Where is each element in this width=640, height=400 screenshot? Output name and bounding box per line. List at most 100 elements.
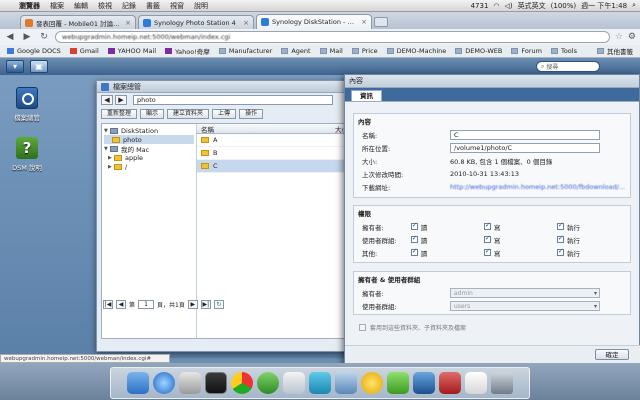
file-manager-titlebar[interactable]: 檔案總管 — [97, 81, 355, 93]
new-tab-button[interactable] — [374, 17, 388, 27]
others-read-checkbox[interactable]: 讀 — [410, 247, 484, 258]
first-page-icon[interactable]: |◀ — [103, 299, 113, 309]
menu-bookmarks[interactable]: 書籤 — [141, 1, 165, 11]
last-page-icon[interactable]: ▶| — [200, 299, 211, 309]
clock[interactable]: 週一 下午1:48 — [581, 1, 627, 11]
trash-icon[interactable] — [491, 372, 513, 394]
group-exec-checkbox[interactable]: 執行 — [556, 234, 630, 245]
download-link[interactable]: http://webupgradmin.homeip.net:5000/fbdo… — [450, 183, 625, 191]
forward-arrow-icon[interactable]: ▶ — [115, 95, 127, 105]
mail-icon[interactable] — [413, 372, 435, 394]
bookmark-manufacturer[interactable]: Manufacturer — [215, 47, 277, 55]
forward-arrow-icon[interactable]: ▶ — [21, 32, 33, 42]
bookmark-gmail[interactable]: Gmail — [66, 47, 103, 55]
adium-icon[interactable] — [257, 372, 279, 394]
menu-file[interactable]: 檔案 — [45, 1, 69, 11]
menu-help[interactable]: 說明 — [189, 1, 213, 11]
tab-info[interactable]: 資訊 — [351, 90, 382, 101]
menu-edit[interactable]: 編輯 — [69, 1, 93, 11]
tree-node-apple[interactable]: ▶ apple — [104, 153, 194, 162]
file-manager-task-button[interactable]: ▣ — [30, 60, 48, 73]
bookmark-other[interactable]: 其他書籤 — [593, 46, 637, 56]
others-write-checkbox[interactable]: 寫 — [483, 247, 557, 258]
coffee-icon[interactable] — [465, 372, 487, 394]
spotlight-icon[interactable]: ⌕ — [632, 1, 636, 10]
owner-exec-checkbox[interactable]: 執行 — [556, 221, 630, 232]
input-method[interactable]: 英式英文 — [518, 1, 546, 11]
owner-read-checkbox[interactable]: 讀 — [410, 221, 484, 232]
close-tab-icon[interactable]: × — [125, 19, 131, 27]
bookmark-yahoo-kimo[interactable]: Yahoo!奇摩 — [161, 46, 214, 56]
location-field[interactable]: /volume1/photo/C — [450, 142, 600, 153]
tree-node-my-mac[interactable]: ▼ 我的 Mac — [104, 144, 194, 154]
bookmark-price[interactable]: Price — [348, 47, 382, 55]
owner-write-checkbox[interactable]: 寫 — [483, 221, 557, 232]
parallels-icon[interactable] — [439, 372, 461, 394]
dsm-search-input[interactable]: ⌕ 搜尋 — [536, 61, 600, 72]
menu-app[interactable]: 瀏覽器 — [14, 1, 45, 11]
wrench-icon[interactable]: ⚙ — [628, 32, 636, 42]
battery-status[interactable]: (100%) — [551, 2, 576, 10]
bookmark-star-icon[interactable]: ☆ — [615, 32, 623, 42]
bookmark-agent[interactable]: Agent — [277, 47, 314, 55]
bookmark-yahoo-mail[interactable]: YAHOO Mail — [104, 47, 160, 55]
back-arrow-icon[interactable]: ◀ — [4, 32, 16, 42]
dsm-menu-button[interactable]: ▾ — [6, 60, 24, 73]
chrome-icon[interactable] — [231, 372, 253, 394]
group-write-checkbox[interactable]: 寫 — [483, 234, 557, 245]
preview-icon[interactable] — [179, 372, 201, 394]
menu-window[interactable]: 視窗 — [165, 1, 189, 11]
bookmark-demo-machine[interactable]: DEMO-Machine — [383, 47, 451, 55]
bookmark-demo-web[interactable]: DEMO-WEB — [451, 47, 506, 55]
tab-diskstation[interactable]: Synology DiskStation - Disk × — [256, 14, 372, 29]
back-arrow-icon[interactable]: ◀ — [101, 95, 113, 105]
owner-select[interactable]: admin — [450, 287, 600, 298]
messenger-icon[interactable] — [361, 372, 383, 394]
file-row-b[interactable]: B — [197, 147, 352, 160]
tab-photo-station[interactable]: Synology Photo Station 4 × — [138, 15, 254, 29]
menu-history[interactable]: 記錄 — [117, 1, 141, 11]
group-read-checkbox[interactable]: 讀 — [410, 234, 484, 245]
desktop-icon-file-manager[interactable]: 檔案總管 — [2, 87, 52, 122]
page-input[interactable]: 1 — [138, 299, 155, 309]
close-tab-icon[interactable]: × — [243, 19, 249, 27]
refresh-icon[interactable]: ↻ — [213, 299, 224, 309]
home-sharing-icon[interactable] — [283, 372, 305, 394]
bookmark-tools[interactable]: Tools — [547, 47, 581, 55]
tab-mobile01[interactable]: 發表回覆 - Mobile01 討論群組 × — [20, 15, 136, 29]
others-exec-checkbox[interactable]: 執行 — [556, 247, 630, 258]
finder-icon[interactable] — [127, 372, 149, 394]
tree-node-diskstation[interactable]: ▼ DiskStation — [104, 126, 194, 135]
upload-button[interactable]: 上傳 — [212, 109, 237, 119]
bookmark-mail[interactable]: Mail — [316, 47, 347, 55]
action-button[interactable]: 操作 — [239, 109, 264, 119]
activity-monitor-icon[interactable] — [205, 372, 227, 394]
path-field[interactable]: photo — [133, 95, 333, 105]
tree-node-root[interactable]: ▶ / — [104, 162, 194, 171]
next-page-icon[interactable]: ▶ — [187, 299, 198, 309]
group-select[interactable]: users — [450, 300, 600, 311]
network-icon[interactable] — [387, 372, 409, 394]
volume-icon[interactable]: ◁) — [505, 2, 513, 10]
desktop-icon-dsm-help[interactable]: ? DSM 說明 — [2, 137, 52, 172]
address-bar[interactable]: webupgradmin.homeip.net:5000/webman/inde… — [55, 31, 610, 43]
folder-icon[interactable] — [335, 372, 357, 394]
name-field[interactable]: C — [450, 129, 600, 140]
prev-page-icon[interactable]: ◀ — [116, 299, 126, 309]
reload-icon[interactable]: ↻ — [38, 32, 50, 42]
wifi-icon[interactable]: ◠ — [493, 2, 499, 10]
menu-view[interactable]: 檢視 — [93, 1, 117, 11]
refresh-button[interactable]: 重新整理 — [101, 109, 138, 119]
create-folder-button[interactable]: 建立資料夾 — [167, 109, 210, 119]
ok-button[interactable]: 確定 — [595, 349, 629, 360]
download-manager-icon[interactable] — [309, 372, 331, 394]
properties-titlebar[interactable]: 內容 — [345, 75, 639, 88]
column-name[interactable]: 名稱 — [201, 124, 214, 134]
bookmark-google-docs[interactable]: Google DOCS — [3, 47, 65, 55]
bookmark-forum[interactable]: Forum — [507, 47, 546, 55]
view-button[interactable]: 顯示 — [140, 109, 165, 119]
battery-count[interactable]: 4731 — [471, 2, 489, 10]
close-tab-icon[interactable]: × — [361, 18, 367, 26]
itunes-icon[interactable] — [153, 372, 175, 394]
file-row-c[interactable]: C — [197, 160, 352, 173]
